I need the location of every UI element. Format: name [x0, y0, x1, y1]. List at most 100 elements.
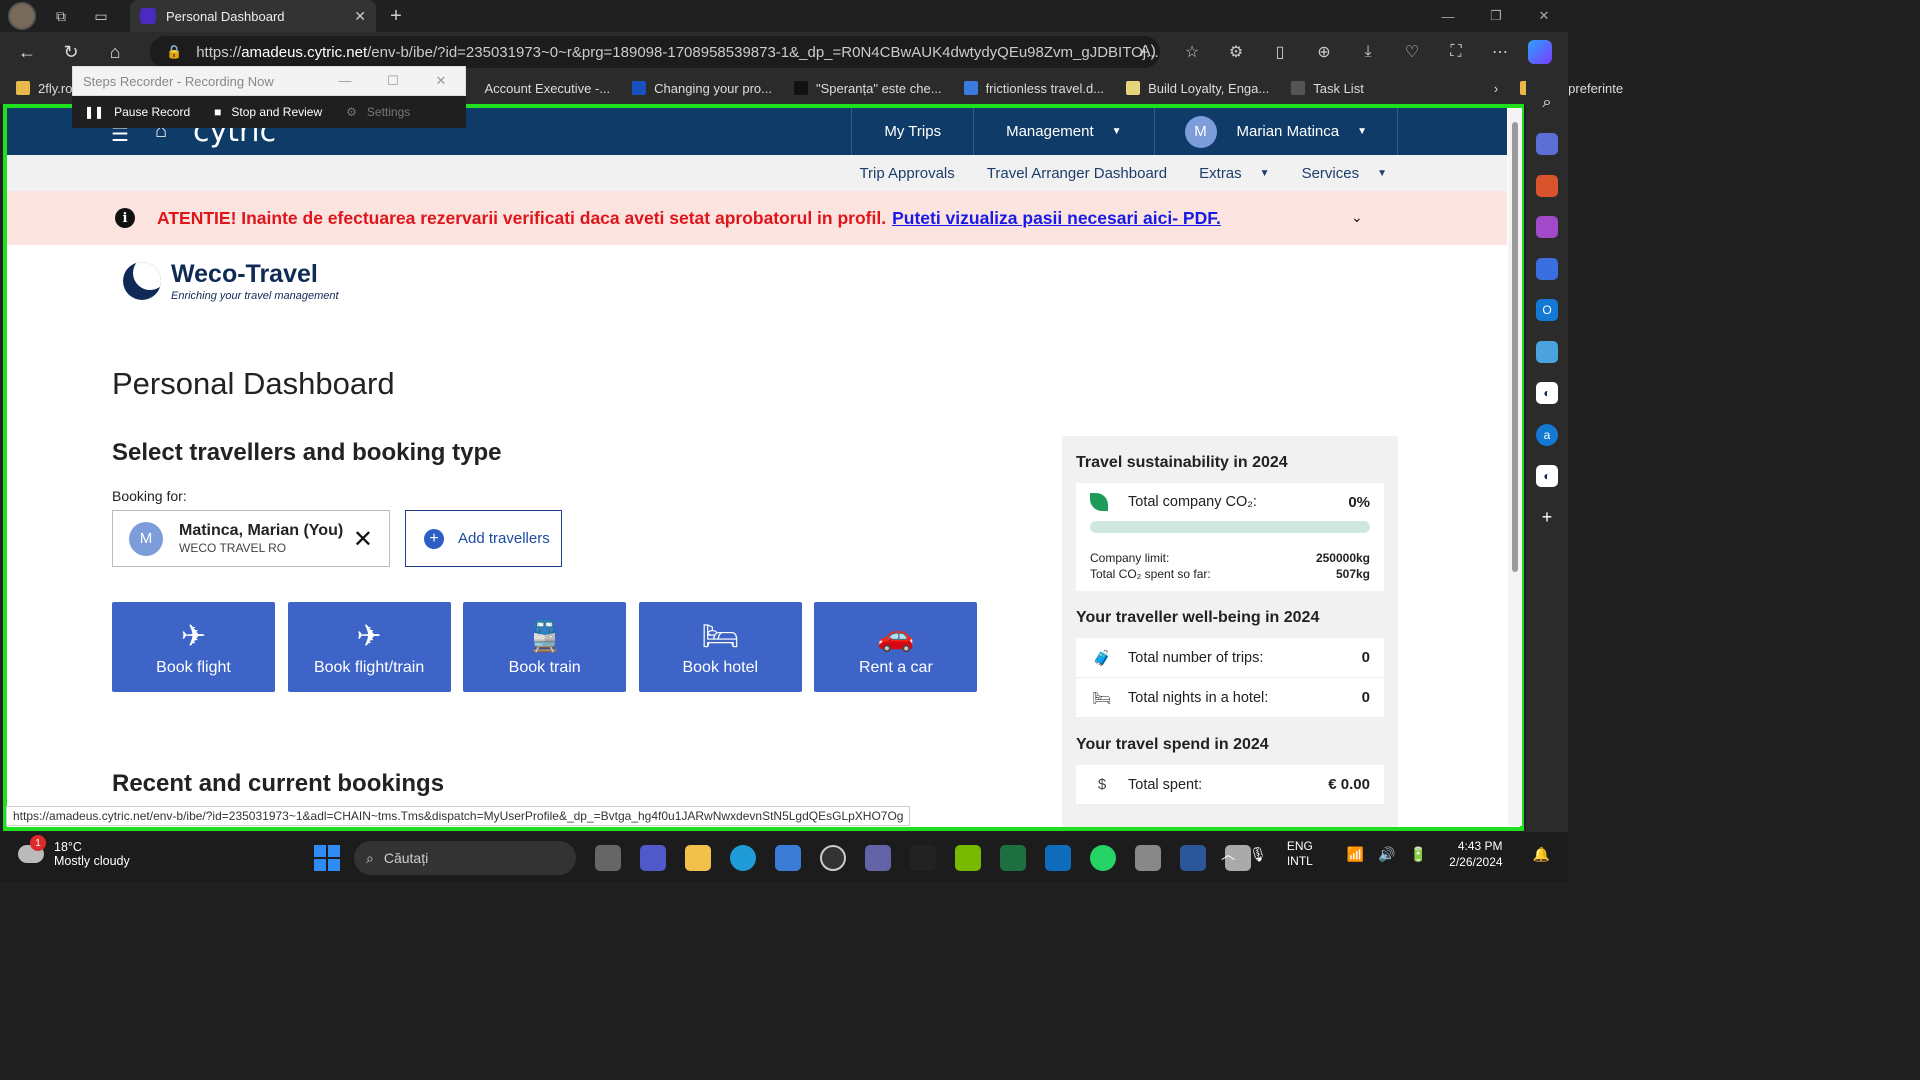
- performance-icon[interactable]: ♡: [1390, 42, 1434, 62]
- teams-alt-icon[interactable]: [865, 845, 891, 871]
- downloads-icon[interactable]: ⤓: [1346, 43, 1390, 61]
- address-bar[interactable]: 🔒 https://amadeus.cytric.net/env-b/ibe/?…: [150, 36, 1160, 68]
- bookmark-item[interactable]: frictionless travel.d...: [963, 81, 1104, 96]
- store-icon[interactable]: [775, 845, 801, 871]
- clock[interactable]: 4:43 PM 2/26/2024: [1449, 838, 1502, 870]
- nav-management[interactable]: Management ▼: [973, 108, 1153, 155]
- file-explorer-icon[interactable]: [685, 845, 711, 871]
- restore-icon[interactable]: ❐: [1472, 0, 1520, 32]
- word-icon[interactable]: [1180, 845, 1206, 871]
- trips-value: 0: [1361, 649, 1370, 666]
- add-icon[interactable]: +: [1536, 507, 1558, 529]
- close-window-icon[interactable]: ✕: [1520, 0, 1568, 32]
- whatsapp-icon[interactable]: [1090, 845, 1116, 871]
- temperature: 18°C: [54, 840, 82, 854]
- weco-app-icon[interactable]: ◐: [1536, 465, 1558, 487]
- stop-review-label: Stop and Review: [231, 105, 323, 119]
- bookmark-item[interactable]: Account Executive -...: [484, 81, 610, 96]
- book-train-button[interactable]: 🚆 Book train: [463, 602, 627, 692]
- chevron-up-icon[interactable]: ︿: [1221, 844, 1235, 864]
- notification-bell-icon[interactable]: 🔔: [1533, 846, 1550, 863]
- bookmark-item[interactable]: Changing your pro...: [632, 81, 772, 96]
- volume-icon[interactable]: 🔊: [1378, 846, 1395, 863]
- wifi-icon[interactable]: 📶: [1347, 846, 1364, 863]
- book-hotel-button[interactable]: 🛏 Book hotel: [638, 602, 802, 692]
- remove-traveller-icon[interactable]: ✕: [353, 525, 373, 554]
- lock-icon[interactable]: 🔒: [166, 44, 182, 60]
- copilot-side-icon[interactable]: [1536, 257, 1558, 280]
- bookmarks-overflow-icon[interactable]: ›: [1494, 81, 1498, 96]
- nvidia-icon[interactable]: [955, 845, 981, 871]
- new-tab-button[interactable]: +: [384, 4, 408, 28]
- subnav-trip-approvals[interactable]: Trip Approvals: [859, 165, 954, 182]
- snipping-icon[interactable]: [1135, 845, 1161, 871]
- maximize-icon[interactable]: ☐: [369, 73, 417, 89]
- home-icon[interactable]: ⌂: [98, 37, 132, 67]
- stop-review-button[interactable]: ■ Stop and Review: [202, 96, 334, 128]
- favorite-star-icon[interactable]: ☆: [1170, 42, 1214, 62]
- recorder-settings-button[interactable]: ⚙ Settings: [334, 96, 422, 128]
- user-avatar: M: [1184, 115, 1217, 148]
- add-travellers-button[interactable]: + Add travellers: [405, 510, 562, 567]
- amadeus-icon[interactable]: a: [1536, 423, 1558, 446]
- co2-spent-value: 507kg: [1335, 567, 1370, 581]
- tab-personal-dashboard[interactable]: Personal Dashboard ✕: [130, 0, 376, 32]
- more-icon[interactable]: ⋯: [1478, 42, 1522, 62]
- weco-swirl-icon: [123, 262, 161, 300]
- search-icon[interactable]: ⌕: [1536, 92, 1558, 114]
- task-view-icon[interactable]: [595, 845, 621, 871]
- bookmark-item[interactable]: Task List: [1291, 81, 1364, 96]
- bookmark-item[interactable]: 2fly.ro: [16, 81, 72, 96]
- book-flight-train-button[interactable]: ✈ Book flight/train: [287, 602, 451, 692]
- close-icon[interactable]: ✕: [417, 73, 465, 89]
- subnav-extras[interactable]: Extras ▼: [1199, 165, 1269, 182]
- outlook-icon[interactable]: O: [1536, 299, 1558, 321]
- bookmark-item[interactable]: Build Loyalty, Enga...: [1126, 81, 1269, 96]
- edge-icon[interactable]: [730, 845, 756, 871]
- plex-icon[interactable]: [910, 845, 936, 871]
- recorder-titlebar[interactable]: Steps Recorder - Recording Now — ☐ ✕: [72, 66, 466, 96]
- chevron-down-icon[interactable]: ⌄: [1351, 209, 1363, 226]
- page-scrollbar[interactable]: [1508, 108, 1522, 826]
- rent-car-button[interactable]: 🚗 Rent a car: [814, 602, 978, 692]
- book-flight-button[interactable]: ✈ Book flight: [112, 602, 275, 692]
- excel-icon[interactable]: [1000, 845, 1026, 871]
- battery-icon[interactable]: 🔋: [1410, 846, 1427, 863]
- windows-start-icon[interactable]: [314, 845, 340, 871]
- copilot-icon[interactable]: [1528, 40, 1552, 64]
- read-aloud-icon[interactable]: A): [1126, 43, 1170, 61]
- nav-my-trips[interactable]: My Trips: [851, 108, 973, 155]
- subnav-services[interactable]: Services ▼: [1302, 165, 1387, 182]
- tab-actions-icon[interactable]: ▭: [86, 2, 116, 30]
- extensions-icon[interactable]: ⚙: [1214, 42, 1258, 62]
- weather-widget[interactable]: 1 18°C Mostly cloudy: [18, 835, 130, 868]
- workspaces-icon[interactable]: ⧉: [46, 2, 76, 30]
- split-screen-icon[interactable]: ▯: [1258, 42, 1302, 62]
- weco-app-icon[interactable]: ◐: [1536, 382, 1558, 404]
- subnav-arranger-dashboard[interactable]: Travel Arranger Dashboard: [987, 165, 1167, 182]
- nav-user-menu[interactable]: M Marian Matinca ▼: [1153, 108, 1398, 155]
- tag-icon[interactable]: [1536, 133, 1558, 155]
- alert-pdf-link[interactable]: Puteti vizualiza pasii necesari aici- PD…: [892, 208, 1221, 229]
- toolbox-icon[interactable]: [1536, 174, 1558, 197]
- scroll-thumb[interactable]: [1512, 122, 1518, 572]
- teams-icon[interactable]: [640, 845, 666, 871]
- games-icon[interactable]: [1536, 216, 1558, 238]
- pause-record-button[interactable]: ❚❚ Pause Record: [72, 96, 202, 128]
- close-tab-icon[interactable]: ✕: [354, 8, 366, 25]
- dell-icon[interactable]: [820, 845, 846, 871]
- minimize-icon[interactable]: —: [321, 73, 369, 89]
- language-indicator[interactable]: ENG INTL: [1287, 839, 1313, 869]
- search-icon: ⌕: [366, 849, 374, 866]
- send-icon[interactable]: [1536, 340, 1558, 363]
- profile-avatar[interactable]: [8, 2, 36, 30]
- minimize-icon[interactable]: —: [1424, 0, 1472, 32]
- taskbar-search[interactable]: ⌕ Căutați: [354, 841, 576, 875]
- back-icon[interactable]: ←: [10, 37, 44, 67]
- collections-icon[interactable]: ⊕: [1302, 42, 1346, 62]
- outlook-icon[interactable]: [1045, 845, 1071, 871]
- microphone-icon[interactable]: 🎙: [1249, 846, 1267, 863]
- refresh-icon[interactable]: ↻: [54, 37, 88, 67]
- screenshot-icon[interactable]: ⛶: [1434, 43, 1478, 61]
- bookmark-item[interactable]: "Speranța" este che...: [793, 81, 942, 96]
